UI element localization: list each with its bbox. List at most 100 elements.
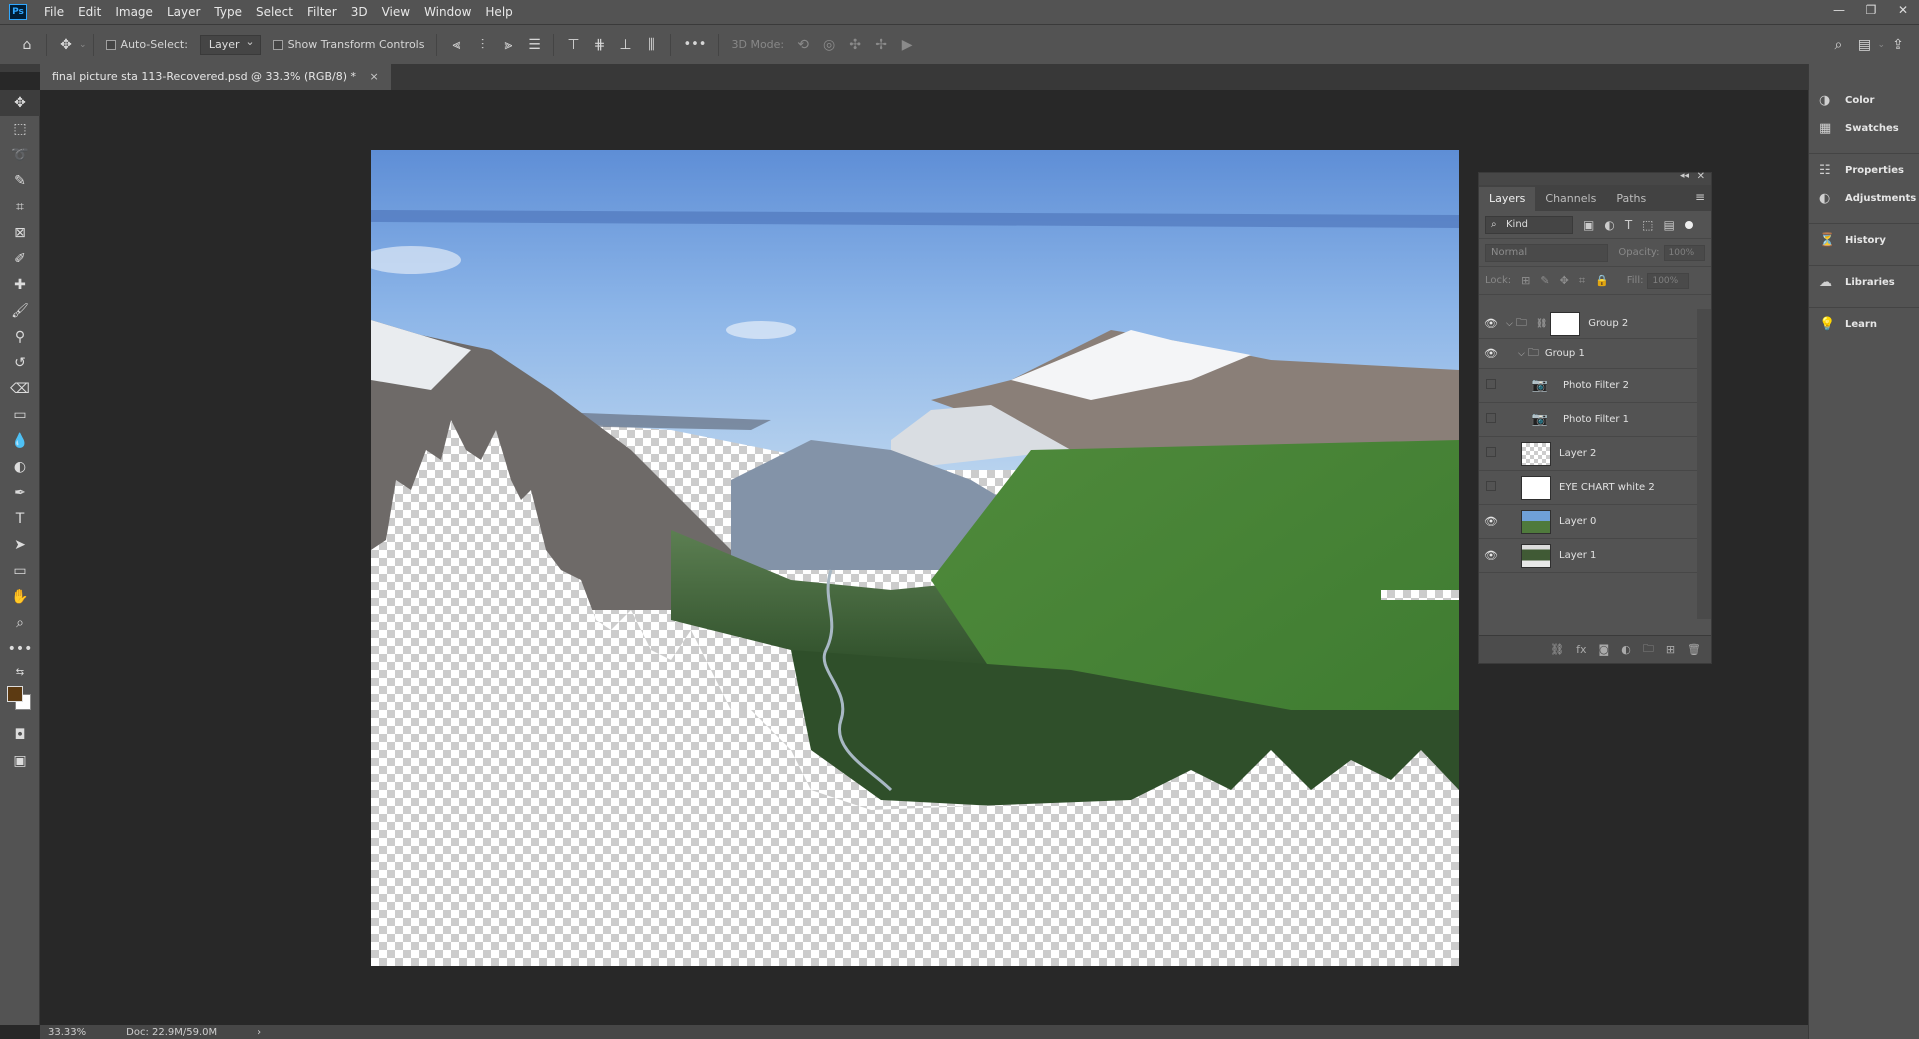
document-tab[interactable]: final picture sta 113-Recovered.psd @ 33… (40, 64, 391, 90)
healing-brush-icon[interactable]: ✚ (0, 272, 40, 298)
lock-image-icon[interactable]: ✎ (1540, 274, 1549, 287)
new-adjustment-icon[interactable]: ◐ (1621, 643, 1631, 656)
dodge-tool-icon[interactable]: ◐ (0, 454, 40, 480)
filter-smart-object-icon[interactable]: ▤ (1664, 218, 1675, 232)
collapse-panel-icon[interactable]: ◂◂ (1680, 171, 1689, 181)
workspace-icon[interactable]: ▤ (1851, 32, 1877, 58)
distribute-vertical-icon[interactable]: ☰ (521, 32, 547, 58)
align-right-icon[interactable]: ⫸ (495, 32, 521, 58)
search-icon[interactable]: ⌕ (1825, 32, 1851, 58)
layer-thumbnail[interactable] (1521, 441, 1551, 466)
align-middle-icon[interactable]: ⋕ (586, 32, 612, 58)
new-layer-icon[interactable]: ⊞ (1666, 643, 1675, 656)
visibility-eye-icon[interactable]: 👁 (1479, 549, 1503, 562)
menu-select[interactable]: Select (249, 0, 300, 24)
layer-row-layer-0[interactable]: 👁 Layer 0 (1479, 505, 1699, 539)
layer-thumbnail[interactable] (1521, 509, 1551, 534)
menu-edit[interactable]: Edit (71, 0, 108, 24)
tab-channels[interactable]: Channels (1535, 187, 1606, 211)
filter-toggle[interactable] (1684, 220, 1693, 229)
visibility-box[interactable] (1486, 413, 1496, 423)
menu-view[interactable]: View (375, 0, 417, 24)
layer-row-photo-filter-2[interactable]: 📷 Photo Filter 2 (1479, 369, 1699, 403)
rectangular-marquee-icon[interactable]: ⬚ (0, 116, 40, 142)
history-brush-icon[interactable]: ↺ (0, 350, 40, 376)
color-panel-button[interactable]: ◑ Color (1809, 86, 1919, 114)
add-mask-icon[interactable]: ◙ (1599, 643, 1610, 656)
chevron-down-icon[interactable]: ⌵ (1506, 319, 1513, 329)
properties-panel-button[interactable]: ☷ Properties (1809, 156, 1919, 184)
filter-adjustment-icon[interactable]: ◐ (1604, 218, 1614, 232)
eyedropper-icon[interactable]: ✐ (0, 246, 40, 272)
distribute-horizontal-icon[interactable]: ⫼ (638, 32, 664, 58)
hand-tool-icon[interactable]: ✋ (0, 584, 40, 610)
chevron-down-icon[interactable]: ⌵ (1518, 349, 1525, 359)
fill-input[interactable]: 100% (1647, 272, 1690, 289)
layer-row-layer-2[interactable]: Layer 2 (1479, 437, 1699, 471)
visibility-eye-icon[interactable]: 👁 (1479, 347, 1503, 360)
new-group-icon[interactable]: 🗀 (1643, 640, 1654, 659)
libraries-panel-button[interactable]: ☁ Libraries (1809, 268, 1919, 296)
blur-tool-icon[interactable]: 💧 (0, 428, 40, 454)
layer-thumbnail[interactable] (1521, 543, 1551, 568)
tab-layers[interactable]: Layers (1479, 187, 1536, 211)
smart-object-thumbnail[interactable] (1521, 475, 1551, 500)
layer-row-eye-chart[interactable]: EYE CHART white 2 (1479, 471, 1699, 505)
align-bottom-icon[interactable]: ⊥ (612, 32, 638, 58)
filter-shape-icon[interactable]: ⬚ (1642, 218, 1653, 232)
close-window-button[interactable]: ✕ (1887, 0, 1919, 20)
layer-style-icon[interactable]: fx (1576, 643, 1586, 656)
menu-3d[interactable]: 3D (344, 0, 375, 24)
opacity-input[interactable]: 100% (1663, 244, 1705, 261)
status-menu-arrow[interactable]: › (257, 1027, 261, 1038)
delete-layer-icon[interactable]: 🗑 (1687, 643, 1701, 656)
visibility-eye-icon[interactable]: 👁 (1479, 515, 1503, 528)
learn-panel-button[interactable]: 💡 Learn (1809, 310, 1919, 338)
close-tab-icon[interactable]: × (369, 70, 378, 83)
visibility-toggle[interactable] (1479, 481, 1503, 494)
link-layers-icon[interactable]: ⛓ (1550, 643, 1564, 656)
swatches-panel-button[interactable]: ▦ Swatches (1809, 114, 1919, 142)
lock-position-icon[interactable]: ✥ (1560, 274, 1569, 287)
foreground-color-swatch[interactable] (7, 686, 23, 702)
visibility-eye-icon[interactable]: 👁 (1479, 317, 1503, 330)
chain-link-icon[interactable]: ⛓ (1536, 319, 1547, 329)
history-panel-button[interactable]: ⏳ History (1809, 226, 1919, 254)
layers-scrollbar[interactable] (1697, 309, 1711, 619)
checkbox-icon[interactable] (105, 39, 116, 50)
menu-layer[interactable]: Layer (160, 0, 207, 24)
lasso-tool-icon[interactable]: ➰ (0, 142, 40, 168)
checkbox-icon[interactable] (272, 39, 283, 50)
quick-mask-icon[interactable]: ◘ (0, 722, 40, 748)
chevron-down-icon[interactable]: ⌄ (79, 40, 87, 50)
visibility-box[interactable] (1486, 379, 1496, 389)
3d-orbit-icon[interactable]: ⟲ (790, 32, 816, 58)
lock-all-icon[interactable]: 🔒 (1595, 274, 1609, 287)
eraser-tool-icon[interactable]: ⌫ (0, 376, 40, 402)
visibility-toggle[interactable] (1479, 379, 1503, 392)
frame-tool-icon[interactable]: ⊠ (0, 220, 40, 246)
share-icon[interactable]: ⇪ (1885, 32, 1911, 58)
pen-tool-icon[interactable]: ✒ (0, 480, 40, 506)
layer-mask-thumbnail[interactable] (1550, 311, 1581, 336)
chevron-down-icon[interactable]: ⌄ (1877, 32, 1885, 58)
swap-colors-icon[interactable]: ⇆ (0, 662, 40, 682)
brush-tool-icon[interactable]: 🖌 (0, 298, 40, 324)
filter-pixel-icon[interactable]: ▣ (1583, 218, 1594, 232)
menu-image[interactable]: Image (108, 0, 160, 24)
align-center-icon[interactable]: ⫶ (469, 32, 495, 58)
menu-type[interactable]: Type (207, 0, 249, 24)
screen-mode-icon[interactable]: ▣ (0, 748, 40, 774)
more-options-button[interactable]: ••• (683, 37, 706, 52)
panel-menu-icon[interactable]: ≡ (1695, 190, 1705, 204)
align-left-icon[interactable]: ⫷ (443, 32, 469, 58)
lock-artboard-icon[interactable]: ⌗ (1579, 274, 1585, 288)
rectangle-tool-icon[interactable]: ▭ (0, 558, 40, 584)
zoom-tool-icon[interactable]: ⌕ (0, 610, 40, 636)
visibility-box[interactable] (1486, 447, 1496, 457)
align-top-icon[interactable]: ⊤ (560, 32, 586, 58)
auto-select-target-dropdown[interactable]: Layer (199, 33, 261, 55)
type-tool-icon[interactable]: T (0, 506, 40, 532)
move-tool-preset-icon[interactable]: ✥ (53, 32, 79, 58)
3d-roll-icon[interactable]: ◎ (816, 32, 842, 58)
